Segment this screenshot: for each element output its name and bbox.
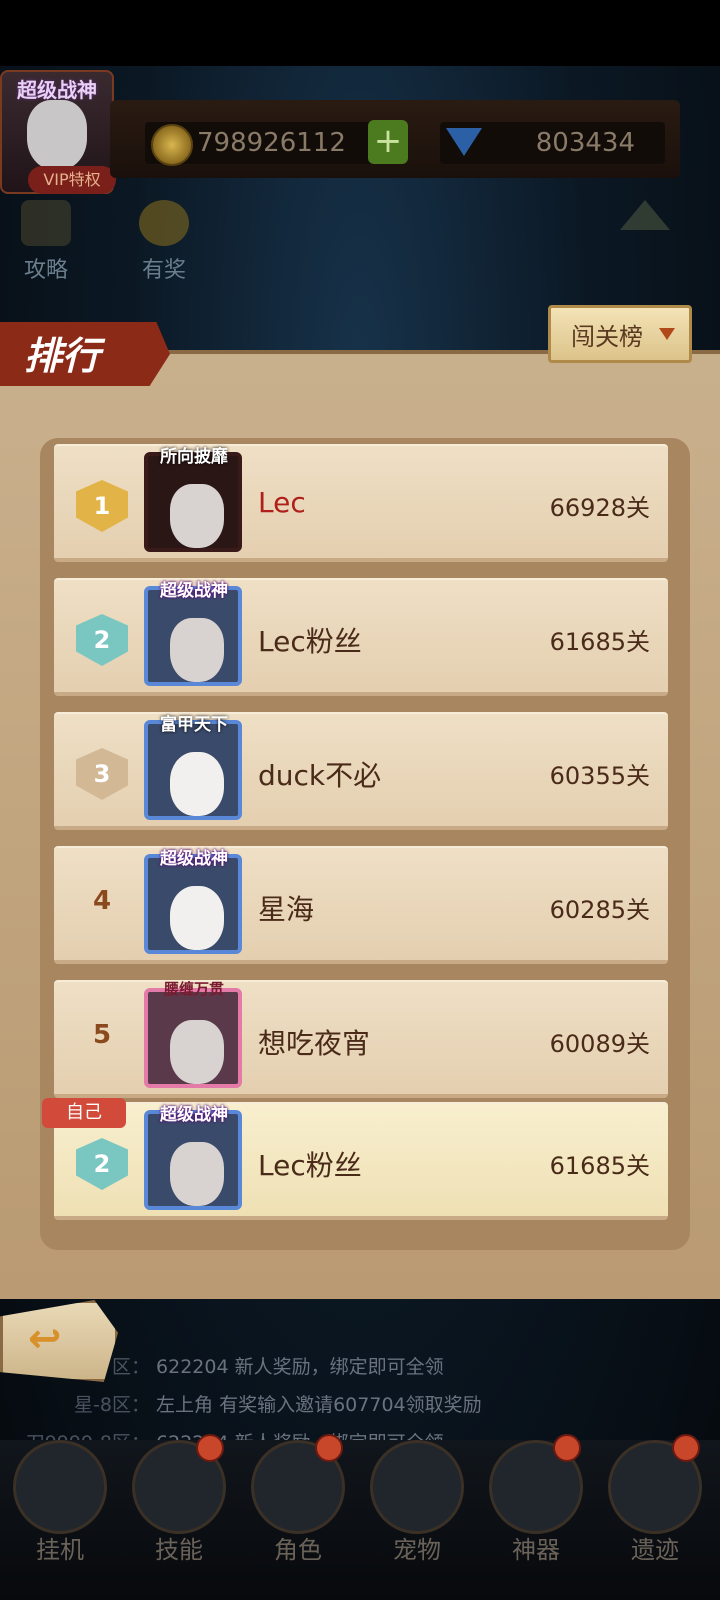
nav-label: 角色 [274,1536,322,1564]
pet-icon [370,1440,464,1534]
player-name: Lec粉丝 [258,625,362,658]
player-score: 66928关 [549,494,650,522]
status-bar [0,0,720,66]
player-score: 61685关 [549,1152,650,1180]
guide-shortcut[interactable]: 攻略 [6,200,86,283]
rank-number: 5 [92,1020,112,1050]
player-name: Lec [258,486,306,519]
chat-text: 左上角 有奖输入邀请607704领取奖励 [156,1394,482,1416]
ranking-row[interactable]: 2 超级战神 Lec粉丝 61685关 [54,578,668,696]
reward-label: 有奖 [141,258,186,283]
frame-title: 富甲天下 [160,715,228,735]
rank-number: 4 [92,886,112,916]
chat-source: 星-8区： [74,1394,150,1416]
up-arrow-icon [620,200,670,230]
avatar-cat [170,752,224,816]
player-avatar-frame [144,1110,242,1210]
reward-shortcut[interactable]: 有奖 [124,200,204,283]
notification-dot [672,1434,700,1462]
ranking-row[interactable]: 5 腰缠万贯 想吃夜宵 60089关 [54,980,668,1098]
notification-dot [196,1434,224,1462]
idle-icon [13,1440,107,1534]
rank-badge-silver: 2 [76,614,128,666]
nav-label: 技能 [155,1536,203,1564]
notification-dot [315,1434,343,1462]
player-score: 60355关 [549,762,650,790]
frame-title: 超级战神 [160,849,228,869]
coin-counter: 798926112 + [145,120,408,166]
player-name: 想吃夜宵 [258,1027,371,1060]
avatar-cat [170,886,224,950]
avatar-face [27,100,87,170]
chat-message: 区： 622204 新人奖励，绑定即可全领 [0,1352,720,1379]
nav-artifact[interactable]: 神器 [481,1434,591,1600]
player-name: duck不必 [258,759,382,792]
player-score: 60089关 [549,1030,650,1058]
nav-label: 神器 [512,1536,560,1564]
avatar-face [170,484,224,548]
chat-message: 星-8区： 左上角 有奖输入邀请607704领取奖励 [0,1390,720,1417]
vip-badge[interactable]: VIP特权 [28,166,116,194]
rank-badge-bronze: 3 [76,748,128,800]
frame-title: 腰缠万贯 [163,980,224,998]
board-selector[interactable]: 闯关榜 [548,305,692,363]
gem-counter: 803434 [440,122,665,164]
nav-label: 遗迹 [631,1536,679,1564]
upgrade-shortcut[interactable] [605,200,685,282]
player-avatar-frame [144,988,242,1088]
board-selector-label: 闯关榜 [571,323,643,351]
player-avatar-frame [144,452,242,552]
resource-bar: 798926112 + 803434 [110,100,680,178]
avatar-face [170,618,224,682]
nav-label: 挂机 [36,1536,84,1564]
player-avatar-frame [144,586,242,686]
reward-star-icon [139,200,189,246]
bottom-nav: 挂机 技能 角色 宠物 神器 遗迹 [0,1434,720,1600]
guide-icon [21,200,71,246]
add-coins-button[interactable]: + [368,120,408,164]
frame-title: 超级战神 [160,581,228,601]
self-ranking-row[interactable]: 2 超级战神 Lec粉丝 61685关 [54,1102,668,1220]
frame-title: 超级战神 [160,1105,228,1125]
frame-title: 所向披靡 [160,447,228,467]
diamond-icon [446,128,482,156]
nav-skills[interactable]: 技能 [124,1434,234,1600]
ranking-row[interactable]: 3 富甲天下 duck不必 60355关 [54,712,668,830]
player-score: 61685关 [549,628,650,656]
coin-icon [151,124,193,166]
player-score: 60285关 [549,896,650,924]
self-tag: 自己 [42,1098,126,1128]
chat-source: 区： [111,1356,150,1378]
rank-badge-silver: 2 [76,1138,128,1190]
nav-character[interactable]: 角色 [243,1434,353,1600]
nav-idle[interactable]: 挂机 [5,1440,115,1600]
player-avatar-frame [144,854,242,954]
ranking-row[interactable]: 4 超级战神 星海 60285关 [54,846,668,964]
avatar-title: 超级战神 [17,78,97,102]
guide-label: 攻略 [23,258,68,283]
player-name: 星海 [258,893,315,926]
avatar-face [170,1142,224,1206]
player-avatar-frame [144,720,242,820]
notification-dot [553,1434,581,1462]
ranking-row[interactable]: 1 所向披靡 Lec 66928关 [54,444,668,562]
nav-ruins[interactable]: 遗迹 [600,1434,710,1600]
avatar-face [170,1020,224,1084]
gem-amount: 803434 [535,128,635,158]
coin-amount: 798926112 [197,128,346,158]
player-name: Lec粉丝 [258,1149,362,1182]
rank-badge-gold: 1 [76,480,128,532]
nav-pet[interactable]: 宠物 [362,1440,472,1600]
chat-text: 622204 新人奖励，绑定即可全领 [156,1356,444,1378]
dropdown-arrow-icon [659,328,675,340]
nav-label: 宠物 [393,1536,441,1564]
panel-title: 排行 [24,334,101,378]
